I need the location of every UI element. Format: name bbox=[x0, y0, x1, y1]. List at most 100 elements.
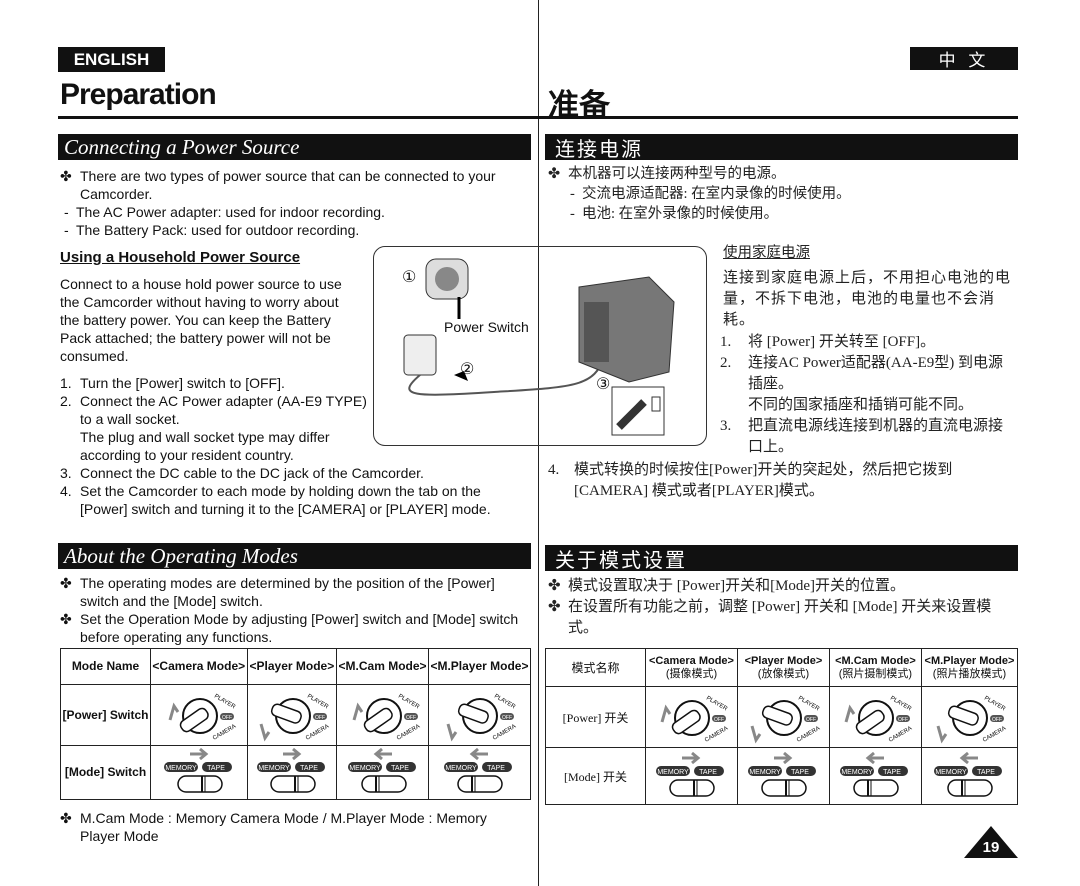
mode-switch-memory: MEMORY TAPE bbox=[828, 747, 922, 805]
mode-switch-icon: MEMORY TAPE bbox=[163, 747, 232, 793]
svg-text:TAPE: TAPE bbox=[207, 765, 225, 772]
household-intro-en: Connect to a house hold power source to … bbox=[60, 276, 342, 364]
mode-switch-tape: MEMORY TAPE bbox=[645, 747, 738, 805]
section-title-modes-zh: 关于模式设置 bbox=[545, 545, 1018, 572]
power-dial-player: PLAYER OFF CAMERA bbox=[246, 684, 338, 746]
mode-switch-memory: MEMORY TAPE bbox=[336, 745, 429, 800]
mode-switch-icon: MEMORY TAPE bbox=[347, 747, 416, 793]
power-dial-player: PLAYER OFF CAMERA bbox=[736, 686, 830, 748]
mode-switch-icon: MEMORY TAPE bbox=[840, 751, 909, 797]
svg-text:PLAYER: PLAYER bbox=[306, 693, 330, 710]
bullet-icon: ✤ bbox=[60, 611, 72, 627]
subheading-zh: 使用家庭电源 bbox=[723, 245, 810, 261]
power-dial-camera: PLAYER OFF CAMERA bbox=[645, 686, 738, 748]
page-number-badge: 19 bbox=[964, 826, 1018, 858]
svg-text:OFF: OFF bbox=[406, 715, 416, 721]
svg-text:CAMERA: CAMERA bbox=[492, 723, 517, 741]
svg-text:MEMORY: MEMORY bbox=[165, 765, 197, 772]
power-dial-player: PLAYER OFF CAMERA bbox=[920, 686, 1019, 748]
svg-text:OFF: OFF bbox=[714, 717, 724, 723]
bullet-icon: ✤ bbox=[548, 578, 561, 594]
mode-switch-tape: MEMORY TAPE bbox=[150, 745, 248, 800]
section-title-modes-en: About the Operating Modes bbox=[58, 543, 531, 569]
bullet-icon: ✤ bbox=[548, 599, 561, 615]
svg-text:OFF: OFF bbox=[898, 717, 908, 723]
svg-text:CAMERA: CAMERA bbox=[212, 723, 237, 741]
svg-text:MEMORY: MEMORY bbox=[658, 769, 690, 776]
power-dial-camera: PLAYER OFF CAMERA bbox=[828, 686, 922, 748]
power-dial-camera: PLAYER OFF CAMERA bbox=[150, 684, 248, 746]
svg-text:TAPE: TAPE bbox=[700, 769, 718, 776]
lang-badge-chinese: 中 文 bbox=[910, 47, 1018, 70]
svg-text:CAMERA: CAMERA bbox=[982, 725, 1007, 743]
callout-3: ③ bbox=[596, 376, 611, 393]
subheading-en: Using a Household Power Source bbox=[60, 249, 301, 266]
svg-text:PLAYER: PLAYER bbox=[213, 693, 237, 710]
camcorder-adapter-drawing bbox=[403, 258, 675, 436]
svg-text:OFF: OFF bbox=[222, 715, 232, 721]
power-dial-player: PLAYER OFF CAMERA bbox=[427, 684, 532, 746]
section-title-en: Connecting a Power Source bbox=[58, 134, 531, 160]
svg-text:TAPE: TAPE bbox=[300, 765, 318, 772]
bullet-icon: ✤ bbox=[60, 810, 72, 826]
svg-text:CAMERA: CAMERA bbox=[796, 725, 821, 743]
svg-text:OFF: OFF bbox=[806, 717, 816, 723]
power-dial-icon: PLAYER OFF CAMERA bbox=[661, 695, 730, 743]
svg-text:PLAYER: PLAYER bbox=[797, 695, 821, 712]
modes-intro-zh: ✤ 模式设置取决于 [Power]开关和[Mode]开关的位置。 ✤ 在设置所有功能… bbox=[548, 576, 1014, 639]
mode-switch-icon: MEMORY TAPE bbox=[748, 751, 817, 797]
svg-text:TAPE: TAPE bbox=[488, 765, 506, 772]
mode-switch-icon: MEMORY TAPE bbox=[256, 747, 325, 793]
svg-text:MEMORY: MEMORY bbox=[446, 765, 478, 772]
mode-switch-icon: MEMORY TAPE bbox=[934, 751, 1003, 797]
mode-switch-tape: MEMORY TAPE bbox=[736, 747, 830, 805]
steps-zh: 1. 将 [Power] 开关转至 [OFF]。 2. 连接AC Power适配器(… bbox=[720, 334, 1004, 455]
svg-text:CAMERA: CAMERA bbox=[305, 723, 330, 741]
title-rule bbox=[58, 116, 1018, 119]
svg-text:OFF: OFF bbox=[502, 715, 512, 721]
modes-note-en: ✤ M.Cam Mode : Memory Camera Mode / M.Pla… bbox=[60, 810, 487, 844]
callout-1: ① bbox=[402, 269, 417, 286]
svg-text:TAPE: TAPE bbox=[792, 769, 810, 776]
power-dial-icon: PLAYER OFF CAMERA bbox=[447, 693, 518, 741]
svg-text:MEMORY: MEMORY bbox=[936, 769, 968, 776]
svg-text:CAMERA: CAMERA bbox=[888, 725, 913, 743]
power-dial-camera: PLAYER OFF CAMERA bbox=[336, 684, 429, 746]
svg-text:CAMERA: CAMERA bbox=[704, 725, 729, 743]
svg-text:MEMORY: MEMORY bbox=[258, 765, 290, 772]
power-switch-label: Power Switch bbox=[444, 319, 529, 335]
power-connection-illustration: ① ② ③ Power Switch bbox=[373, 246, 707, 446]
svg-text:MEMORY: MEMORY bbox=[349, 765, 381, 772]
page-title-en: Preparation bbox=[60, 78, 217, 111]
svg-text:TAPE: TAPE bbox=[884, 769, 902, 776]
svg-text:TAPE: TAPE bbox=[978, 769, 996, 776]
svg-text:OFF: OFF bbox=[992, 717, 1002, 723]
svg-text:PLAYER: PLAYER bbox=[397, 693, 421, 710]
svg-text:PLAYER: PLAYER bbox=[983, 695, 1007, 712]
power-dial-icon: PLAYER OFF CAMERA bbox=[751, 695, 822, 743]
modes-table-zh: 模式名称 <Camera Mode> (摄像模式) <Player Mode> (放… bbox=[545, 648, 1019, 805]
callout-2: ② bbox=[460, 361, 475, 378]
svg-text:MEMORY: MEMORY bbox=[750, 769, 782, 776]
svg-text:MEMORY: MEMORY bbox=[842, 769, 874, 776]
power-dial-icon: PLAYER OFF CAMERA bbox=[352, 693, 421, 741]
svg-text:PLAYER: PLAYER bbox=[493, 693, 517, 710]
bullet-icon: ✤ bbox=[548, 166, 561, 182]
svg-text:PLAYER: PLAYER bbox=[705, 695, 729, 712]
power-dial-icon: PLAYER OFF CAMERA bbox=[168, 693, 237, 741]
mode-switch-memory: MEMORY TAPE bbox=[427, 745, 532, 800]
bullet-icon: ✤ bbox=[60, 575, 72, 591]
sec1-intro-en: ✤ There are two types of power source tha… bbox=[60, 168, 496, 238]
bullet-icon: ✤ bbox=[60, 168, 72, 184]
lang-badge-english: ENGLISH bbox=[58, 47, 165, 72]
power-dial-icon: PLAYER OFF CAMERA bbox=[259, 693, 330, 741]
page-number: 19 bbox=[982, 839, 1000, 856]
power-dial-icon: PLAYER OFF CAMERA bbox=[937, 695, 1008, 743]
power-dial-icon: PLAYER OFF CAMERA bbox=[844, 695, 914, 743]
mode-switch-tape: MEMORY TAPE bbox=[246, 745, 338, 800]
mode-switch-icon: MEMORY TAPE bbox=[656, 751, 725, 797]
sec1-intro-zh: ✤ 本机器可以连接两种型号的电源。 - 交流电源适配器: 在室内录像的时候使用。 -… bbox=[548, 166, 851, 222]
step4-zh: 4. 模式转换的时候按住[Power]开关的突起处，然后把它拨到 [CAMERA]… bbox=[548, 462, 953, 499]
modes-intro-en: ✤ The operating modes are determined by t… bbox=[60, 575, 519, 645]
svg-text:CAMERA: CAMERA bbox=[396, 723, 421, 741]
